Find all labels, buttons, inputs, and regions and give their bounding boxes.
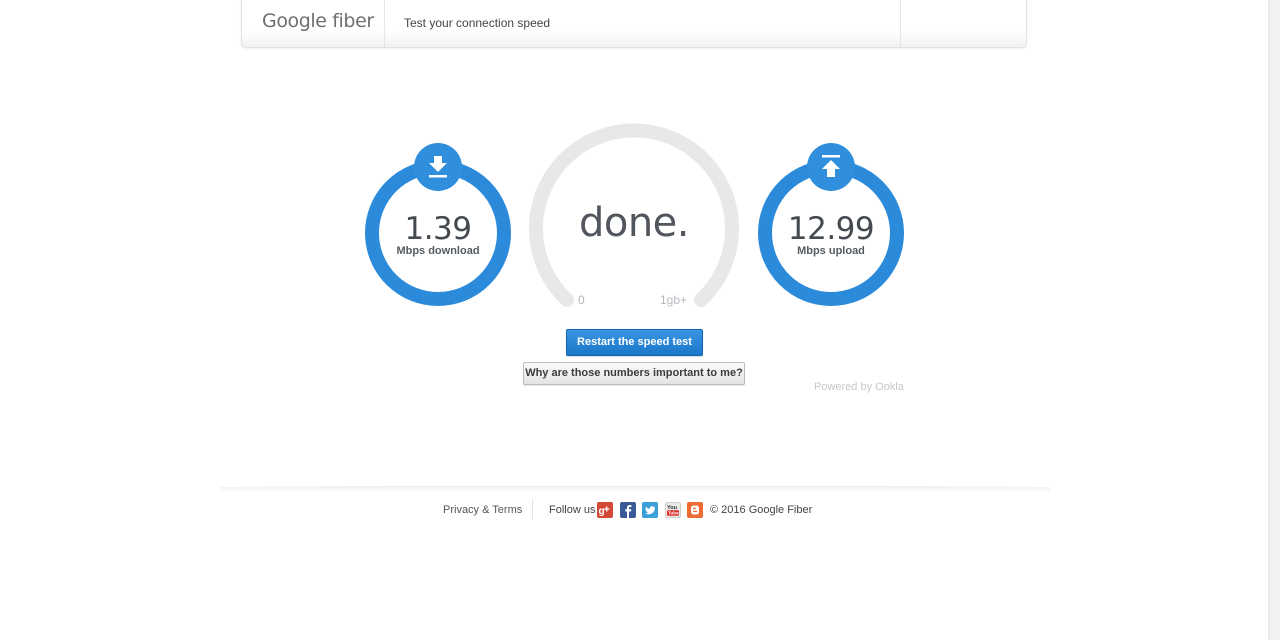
- facebook-icon[interactable]: [620, 502, 636, 518]
- gauge-status-text: done.: [578, 200, 690, 246]
- gauge-min-label: 0: [578, 293, 585, 307]
- page-tagline: Test your connection speed: [404, 16, 551, 30]
- google-plus-icon[interactable]: g: [597, 502, 613, 518]
- vertical-scrollbar[interactable]: [1268, 0, 1280, 640]
- header-divider: [900, 0, 901, 47]
- powered-by-ookla-link[interactable]: Powered by Ookla: [814, 381, 904, 393]
- svg-text:g: g: [599, 506, 605, 517]
- gauge-max-label: 1gb+: [660, 293, 688, 307]
- twitter-icon[interactable]: [642, 502, 658, 518]
- why-numbers-important-button[interactable]: Why are those numbers important to me?: [523, 362, 745, 385]
- upload-speed-label: Mbps upload: [797, 245, 865, 257]
- footer-shadow: [220, 487, 1050, 493]
- header-divider: [384, 0, 385, 47]
- follow-us-label: Follow us: [549, 504, 596, 516]
- footer-separator: [532, 499, 533, 519]
- header-bar: Google fiber Test your connection speed: [241, 0, 1027, 48]
- blogger-icon[interactable]: [687, 502, 703, 518]
- page: Google fiber Test your connection speed …: [0, 0, 1280, 640]
- copyright-text: © 2016 Google Fiber: [710, 504, 813, 516]
- download-arrow-icon: [414, 143, 462, 191]
- svg-text:Tube: Tube: [668, 511, 679, 516]
- upload-speed-value: 12.99: [787, 211, 875, 247]
- restart-speed-test-button[interactable]: Restart the speed test: [566, 329, 703, 356]
- google-fiber-logo[interactable]: Google fiber: [262, 10, 374, 32]
- download-speed-label: Mbps download: [396, 245, 480, 257]
- privacy-terms-link[interactable]: Privacy & Terms: [443, 504, 522, 516]
- youtube-icon[interactable]: You Tube: [665, 502, 681, 518]
- upload-arrow-icon: [807, 143, 855, 191]
- download-speed-value: 1.39: [404, 211, 472, 247]
